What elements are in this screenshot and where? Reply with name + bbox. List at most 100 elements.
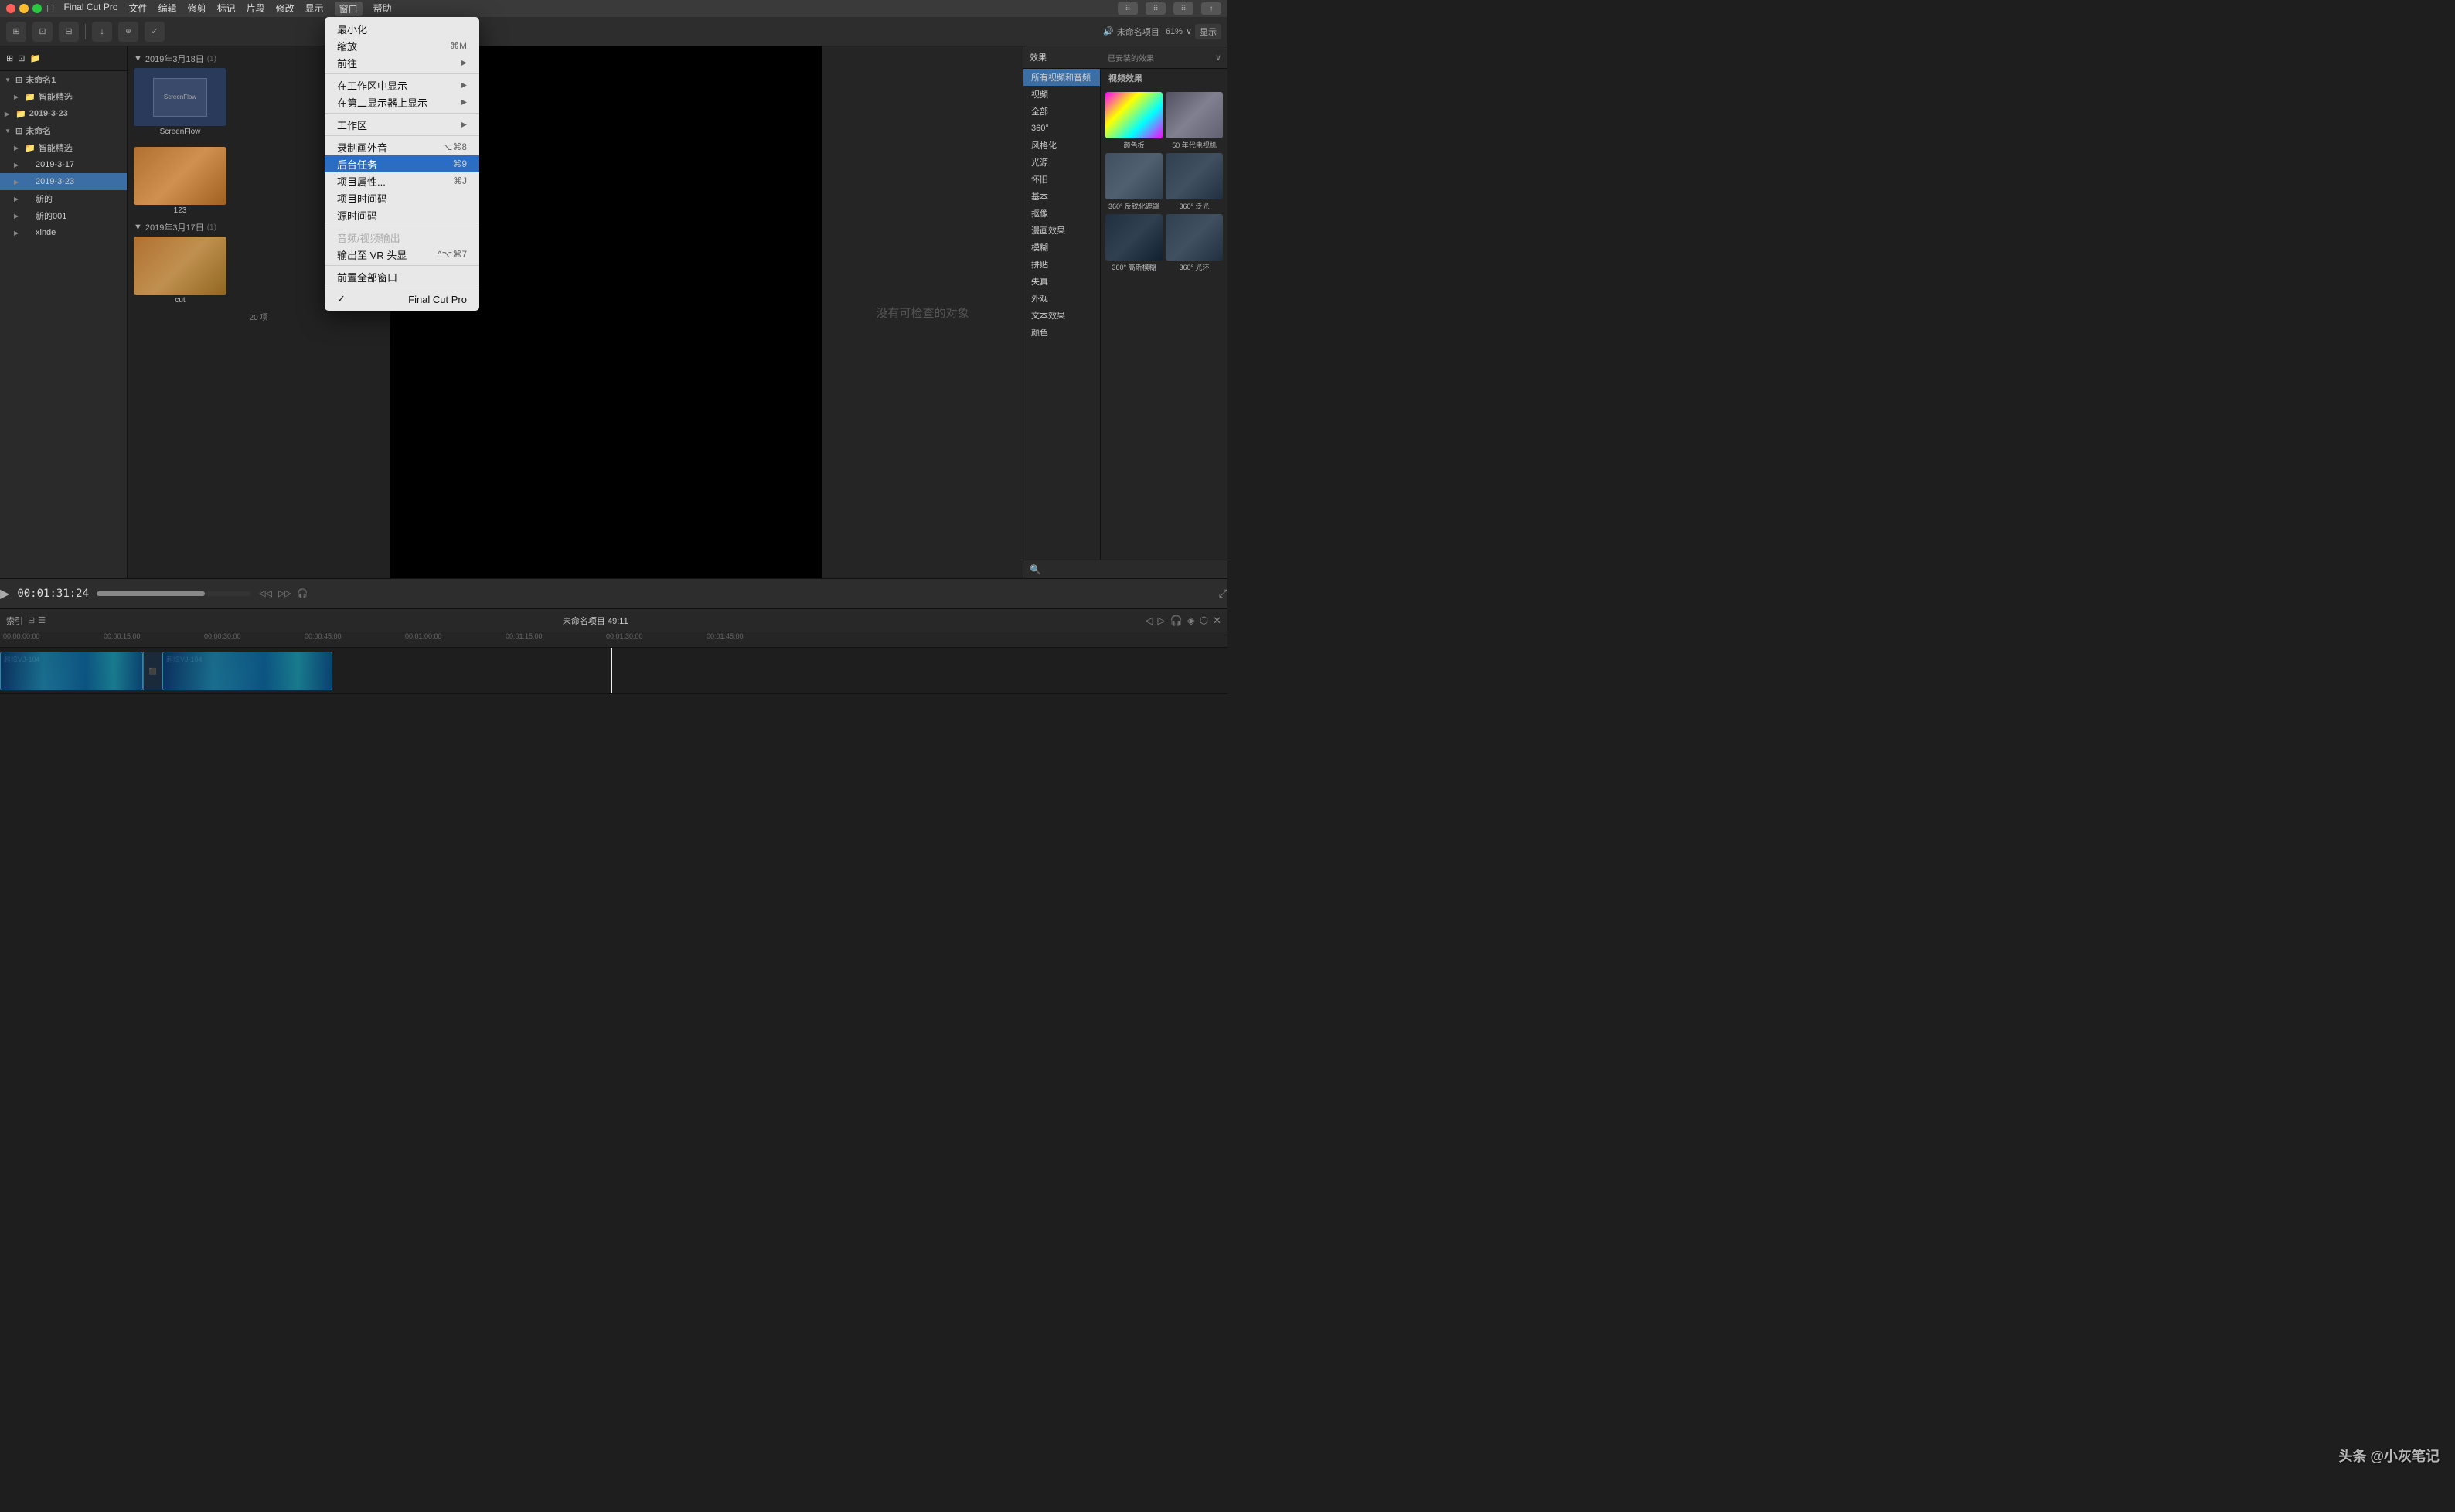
sidebar-item-2019323b[interactable]: ▶ 2019-3-23	[0, 173, 127, 190]
share-button[interactable]: ↑	[1201, 2, 1221, 15]
effect-thumb-360gauss[interactable]	[1105, 214, 1163, 261]
timeline-audio-icon2[interactable]: ▷	[1158, 615, 1166, 627]
effects-cat-look[interactable]: 外观	[1023, 290, 1100, 307]
effects-cat-all[interactable]: 全部	[1023, 103, 1100, 120]
media-item-screenflow[interactable]: ScreenFlow ScreenFlow	[134, 68, 226, 136]
index-label[interactable]: 索引	[6, 615, 23, 627]
layout-btn-2[interactable]: ⠿	[1146, 2, 1166, 15]
playhead[interactable]	[611, 648, 612, 693]
effects-cat-distort[interactable]: 失真	[1023, 273, 1100, 290]
sidebar-group-2019323[interactable]: ▶ 📁 2019-3-23	[0, 105, 127, 122]
sidebar-group-unnamed1[interactable]: ▼ ⊞ 未命名1	[0, 71, 127, 88]
audio-down-icon[interactable]: ◁◁	[259, 588, 272, 598]
effects-cat-keying[interactable]: 抠像	[1023, 205, 1100, 222]
media-thumb-cut[interactable]	[134, 237, 226, 295]
layout-btn-1[interactable]: ⠿	[1118, 2, 1138, 15]
menu-workspace[interactable]: 工作区 ▶	[325, 116, 479, 133]
zoom-dropdown-arrow[interactable]: ∨	[1186, 26, 1192, 36]
effects-cat-all-av[interactable]: 所有视频和音频	[1023, 69, 1100, 86]
menu-trim[interactable]: 修剪	[188, 2, 206, 16]
effects-cat-video[interactable]: 视频	[1023, 86, 1100, 103]
menu-show-workspace[interactable]: 在工作区中显示 ▶	[325, 77, 479, 94]
play-btn[interactable]: ▶	[0, 586, 9, 601]
menu-forward[interactable]: 前往 ▶	[325, 54, 479, 71]
effect-thumb-360halo[interactable]	[1166, 214, 1223, 261]
effect-item-colorboard[interactable]: 颜色板	[1105, 92, 1163, 150]
menu-zoom[interactable]: 缩放 ⌘M	[325, 37, 479, 54]
menu-show-second[interactable]: 在第二显示器上显示 ▶	[325, 94, 479, 111]
sidebar-item-smart2[interactable]: ▶ 📁 智能精选	[0, 139, 127, 156]
effect-item-360gauss[interactable]: 360° 高斯模糊	[1105, 214, 1163, 272]
effect-item-360bloom[interactable]: 360° 泛光	[1166, 153, 1223, 211]
menu-help[interactable]: 帮助	[373, 2, 392, 16]
import-icon[interactable]: ↓	[92, 22, 112, 42]
view-dropdown-btn[interactable]: 显示	[1195, 24, 1221, 39]
effects-cat-tile[interactable]: 拼贴	[1023, 256, 1100, 273]
close-button[interactable]	[6, 4, 15, 13]
effects-cat-light[interactable]: 光源	[1023, 154, 1100, 171]
sidebar-item-2019317[interactable]: ▶ 2019-3-17	[0, 156, 127, 173]
clip-vj1[interactable]: 超炫VJ-104	[0, 652, 143, 690]
playback-scrubber[interactable]	[97, 591, 251, 596]
effect-thumb-colorboard[interactable]	[1105, 92, 1163, 138]
layout-btn-3[interactable]: ⠿	[1173, 2, 1193, 15]
effect-item-50stv[interactable]: 50 年代电视机	[1166, 92, 1223, 150]
menu-fcp-item[interactable]: ✓ Final Cut Pro	[325, 291, 479, 308]
menu-source-timecode[interactable]: 源时间码	[325, 206, 479, 223]
effects-cat-comic[interactable]: 漫画效果	[1023, 222, 1100, 239]
effects-cat-blur[interactable]: 模糊	[1023, 239, 1100, 256]
menu-bring-all[interactable]: 前置全部窗口	[325, 268, 479, 285]
menu-record-audio[interactable]: 录制画外音 ⌥⌘8	[325, 138, 479, 155]
audio-up-icon[interactable]: ▷▷	[278, 588, 291, 598]
effect-thumb-50stv[interactable]	[1166, 92, 1223, 138]
menu-view[interactable]: 显示	[305, 2, 324, 16]
sidebar-item-new[interactable]: ▶ 新的	[0, 190, 127, 207]
checkmark-icon[interactable]: ✓	[145, 22, 165, 42]
expand-timeline-icon[interactable]: ⤢	[1219, 587, 1228, 600]
menu-vr-output[interactable]: 输出至 VR 头显 ^⌥⌘7	[325, 246, 479, 263]
timeline-headphone-icon[interactable]: 🎧	[1170, 615, 1183, 627]
menu-clip[interactable]: 片段	[247, 2, 265, 16]
list-view-btn[interactable]: ☰	[38, 615, 46, 625]
clip-vj2[interactable]: 超炫VJ-104	[162, 652, 332, 690]
effects-cat-basic[interactable]: 基本	[1023, 188, 1100, 205]
timeline-close-icon[interactable]: ✕	[1213, 615, 1221, 627]
effects-search-input[interactable]	[1044, 565, 1221, 574]
browser-icon[interactable]: ⊡	[32, 22, 53, 42]
maximize-button[interactable]	[32, 4, 42, 13]
sidebar-item-smart-selection1[interactable]: ▶ 📁 智能精选	[0, 88, 127, 105]
effects-cat-retro[interactable]: 怀旧	[1023, 171, 1100, 188]
effects-cat-360[interactable]: 360°	[1023, 120, 1100, 137]
sidebar-item-xinde[interactable]: ▶ xinde	[0, 224, 127, 241]
badge-icon[interactable]: ⊕	[118, 22, 138, 42]
media-item-cut[interactable]: cut	[134, 237, 226, 305]
effect-item-360halo[interactable]: 360° 光环	[1166, 214, 1223, 272]
sidebar-item-new001[interactable]: ▶ 新的001	[0, 207, 127, 224]
minimize-button[interactable]	[19, 4, 29, 13]
menu-background-tasks[interactable]: 后台任务 ⌘9	[325, 155, 479, 172]
menu-project-timecode[interactable]: 项目时间码	[325, 189, 479, 206]
menu-app[interactable]: Final Cut Pro	[64, 2, 118, 16]
sidebar-group-unnamed[interactable]: ▼ ⊞ 未命名	[0, 122, 127, 139]
effects-cat-stylize[interactable]: 风格化	[1023, 137, 1100, 154]
timeline-marker-icon[interactable]: ◈	[1187, 615, 1195, 627]
library-icon[interactable]: ⊞	[6, 22, 26, 42]
effects-cat-color[interactable]: 颜色	[1023, 324, 1100, 341]
effect-item-360unsharp[interactable]: 360° 反锐化遮罩	[1105, 153, 1163, 211]
media-thumb-screenflow[interactable]: ScreenFlow	[134, 68, 226, 126]
effects-dropdown-arrow[interactable]: ∨	[1215, 53, 1221, 63]
media-item-123[interactable]: 123	[134, 147, 226, 215]
menu-modify[interactable]: 修改	[276, 2, 295, 16]
effect-thumb-360bloom[interactable]	[1166, 153, 1223, 199]
effect-thumb-360unsharp[interactable]	[1105, 153, 1163, 199]
clip-view-btn[interactable]: ⊟	[28, 615, 35, 625]
timeline-audio-icon[interactable]: ◁	[1146, 615, 1153, 627]
media-thumb-123[interactable]	[134, 147, 226, 205]
effects-cat-text[interactable]: 文本效果	[1023, 307, 1100, 324]
menu-window[interactable]: 窗口	[335, 2, 363, 16]
menu-minimize[interactable]: 最小化	[325, 20, 479, 37]
timeline-zoom-icon[interactable]: ⬡	[1200, 615, 1208, 627]
menu-mark[interactable]: 标记	[217, 2, 236, 16]
menu-project-props[interactable]: 项目属性... ⌘J	[325, 172, 479, 189]
timeline-icon[interactable]: ⊟	[59, 22, 79, 42]
